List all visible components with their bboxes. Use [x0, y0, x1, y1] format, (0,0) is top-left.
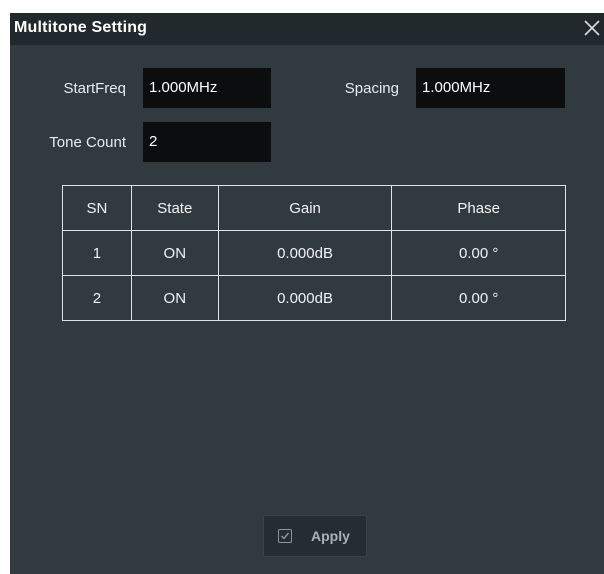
- cell-state[interactable]: ON: [130, 275, 219, 321]
- close-button[interactable]: [580, 15, 604, 41]
- multitone-table: SN State Gain Phase 1 ON 0.000dB 0.00 ° …: [62, 185, 566, 321]
- column-header-sn: SN: [62, 185, 132, 231]
- title-bar: Multitone Setting: [10, 13, 604, 45]
- spacing-label: Spacing: [344, 80, 399, 97]
- start-freq-label: StartFreq: [63, 80, 126, 97]
- cell-gain[interactable]: 0.000dB: [217, 275, 393, 321]
- dialog-title: Multitone Setting: [14, 19, 148, 36]
- cell-sn[interactable]: 1: [62, 230, 132, 276]
- column-header-state: State: [130, 185, 219, 231]
- spacing-field[interactable]: 1.000MHz: [416, 68, 565, 108]
- table-header-row: SN State Gain Phase: [62, 185, 566, 231]
- table-row[interactable]: 1 ON 0.000dB 0.00 °: [62, 230, 566, 276]
- cell-phase[interactable]: 0.00 °: [391, 275, 566, 321]
- apply-button-label: Apply: [311, 528, 350, 544]
- apply-button[interactable]: Apply: [263, 515, 367, 557]
- cell-state[interactable]: ON: [130, 230, 219, 276]
- multitone-setting-dialog: Multitone Setting StartFreq 1.000MHz Spa…: [10, 13, 604, 574]
- start-freq-field[interactable]: 1.000MHz: [143, 68, 271, 108]
- table-row[interactable]: 2 ON 0.000dB 0.00 °: [62, 275, 566, 321]
- close-icon: [584, 20, 600, 36]
- column-header-phase: Phase: [391, 185, 566, 231]
- cell-sn[interactable]: 2: [62, 275, 132, 321]
- cell-phase[interactable]: 0.00 °: [391, 230, 566, 276]
- column-header-gain: Gain: [217, 185, 393, 231]
- tone-count-label: Tone Count: [49, 134, 126, 151]
- checkbox-checked-icon: [278, 529, 292, 543]
- tone-count-field[interactable]: 2: [143, 122, 271, 162]
- cell-gain[interactable]: 0.000dB: [217, 230, 393, 276]
